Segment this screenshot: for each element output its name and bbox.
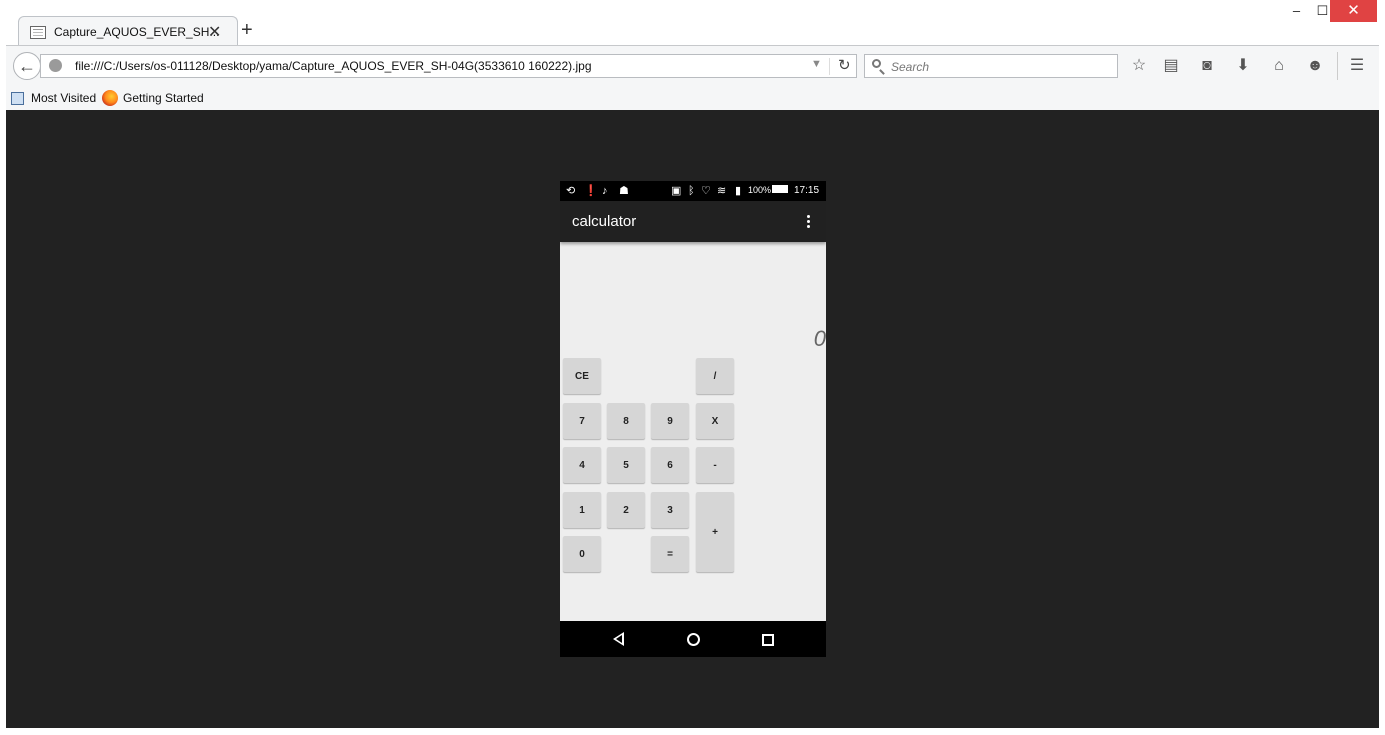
app-bar: calculator [560,201,826,242]
back-button[interactable]: ← [13,52,41,80]
key-add[interactable]: + [696,492,734,572]
search-input[interactable] [889,58,1113,76]
chat-icon[interactable]: ☻ [1304,56,1326,76]
key-2[interactable]: 2 [607,492,645,528]
back-icon: ← [18,56,36,76]
nav-recents-icon[interactable] [757,630,777,648]
key-multiply[interactable]: X [696,403,734,439]
rotate-icon: ⟲ [566,185,576,197]
dropdown-icon[interactable]: ▼ [811,58,822,70]
nav-back-icon[interactable] [610,630,630,648]
nav-home-icon[interactable] [683,630,703,648]
key-equals[interactable]: = [651,536,689,572]
bookmark-most-visited[interactable]: Most Visited [31,91,96,105]
key-6[interactable]: 6 [651,447,689,483]
key-subtract[interactable]: - [696,447,734,483]
bookmarks-toolbar: Most Visited Getting Started [6,87,1379,110]
key-3[interactable]: 3 [651,492,689,528]
firefox-icon [102,90,118,106]
bluetooth-icon: ᛒ [688,185,695,197]
status-time: 17:15 [794,185,820,196]
battery-percent: 100% [748,185,772,195]
calculator-display: 0 [813,326,826,351]
heart-icon: ♡ [701,185,711,197]
tab-close-icon[interactable]: ✕ [208,22,221,42]
window-border [0,728,1385,735]
alert-icon: ❗ [584,185,598,197]
android-status-bar: ⟲ ❗ ♪ ☗ ▣ ᛒ ♡ ≋ ▮ 100% 17:15 [560,181,826,201]
toolbar-separator [1337,52,1338,80]
battery-icon [772,185,788,193]
search-icon [872,59,881,68]
key-8[interactable]: 8 [607,403,645,439]
key-5[interactable]: 5 [607,447,645,483]
key-divide[interactable]: / [696,358,734,394]
app-title: calculator [572,213,637,230]
key-4[interactable]: 4 [563,447,601,483]
android-nav-bar [560,621,826,657]
reload-icon[interactable]: ↻ [838,56,851,74]
url-bar[interactable]: file:///C:/Users/os-011128/Desktop/yama/… [40,54,857,78]
title-bar: Capture_AQUOS_EVER_SH... ✕ + ‒ ☐ ✕ [0,0,1385,47]
signal-icon: ▮ [735,185,742,197]
globe-icon [49,59,62,72]
home-icon[interactable]: ⌂ [1268,56,1290,76]
key-7[interactable]: 7 [563,403,601,439]
tab-title: Capture_AQUOS_EVER_SH... [54,25,220,39]
reading-list-icon[interactable]: ▤ [1160,56,1182,76]
key-0[interactable]: 0 [563,536,601,572]
key-9[interactable]: 9 [651,403,689,439]
menu-icon[interactable]: ☰ [1346,56,1368,76]
navigation-toolbar: ← file:///C:/Users/os-011128/Desktop/yam… [6,45,1379,87]
overflow-menu-icon[interactable] [803,214,813,230]
android-icon: ☗ [619,185,629,197]
game-icon: ▣ [671,185,682,197]
key-1[interactable]: 1 [563,492,601,528]
pocket-icon[interactable]: ◙ [1196,56,1218,76]
new-tab-button[interactable]: + [241,19,253,41]
download-icon[interactable]: ⬇ [1232,56,1254,76]
key-ce[interactable]: CE [563,358,601,394]
most-visited-icon [11,92,24,105]
bookmark-getting-started[interactable]: Getting Started [123,91,204,105]
wifi-icon: ≋ [717,185,727,197]
bookmark-star-icon[interactable]: ☆ [1128,56,1150,76]
url-separator [829,58,830,75]
url-text[interactable]: file:///C:/Users/os-011128/Desktop/yama/… [75,59,592,73]
close-window-button[interactable]: ✕ [1330,0,1377,22]
image-file-icon [30,26,46,39]
phone-screenshot: ⟲ ❗ ♪ ☗ ▣ ᛒ ♡ ≋ ▮ 100% 17:15 calculator … [560,181,826,657]
browser-tab[interactable]: Capture_AQUOS_EVER_SH... ✕ [18,16,238,47]
notification-icon: ♪ [602,185,608,197]
search-bar[interactable] [864,54,1118,78]
